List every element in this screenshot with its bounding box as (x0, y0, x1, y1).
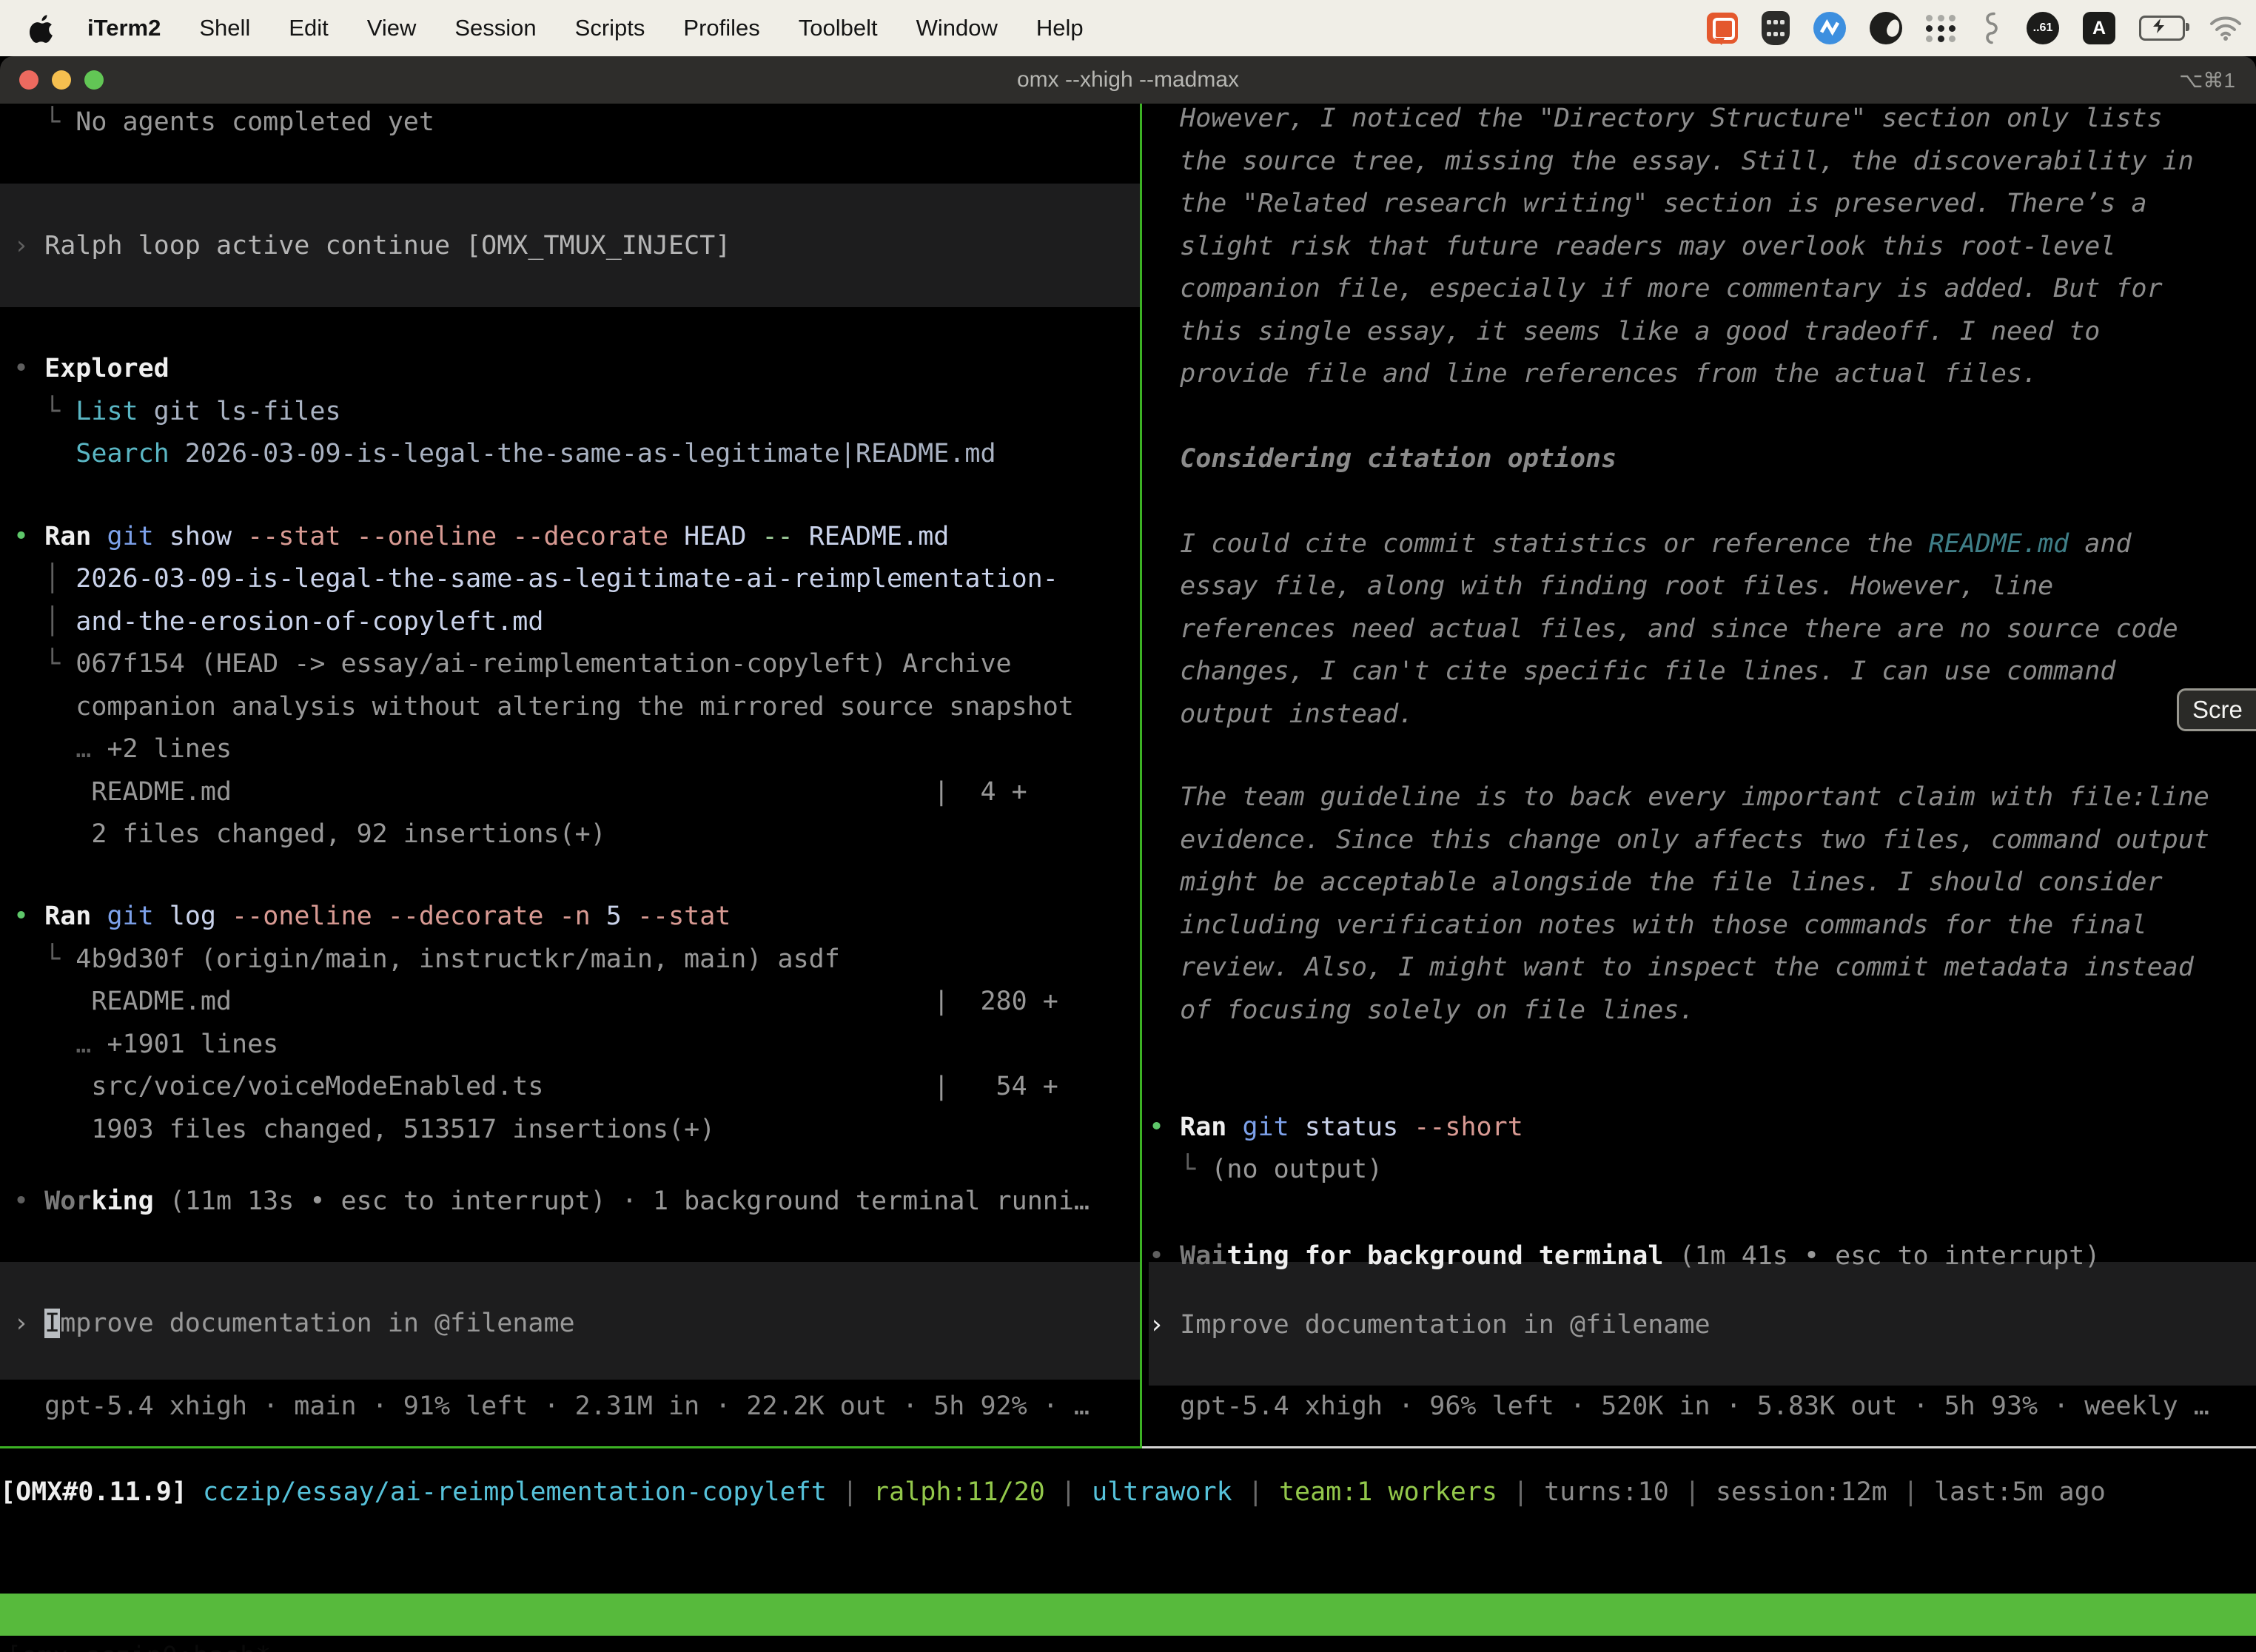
tmux-session-name[interactable]: [omx-cczip0:bash* (6, 1636, 271, 1652)
screen-share-overlay-button[interactable]: Scre (2177, 688, 2256, 731)
omx-status-bar: [OMX#0.11.9] cczip/essay/ai-reimplementa… (0, 0, 2256, 1591)
desktop-screen: iTerm2ShellEditViewSessionScriptsProfile… (0, 0, 2256, 1652)
omx-status-line: [OMX#0.11.9] cczip/essay/ai-reimplementa… (0, 1471, 2106, 1514)
tmux-status-bar: [omx-cczip0:bash* "MacBook-Pro-44.local"… (0, 1594, 2256, 1636)
